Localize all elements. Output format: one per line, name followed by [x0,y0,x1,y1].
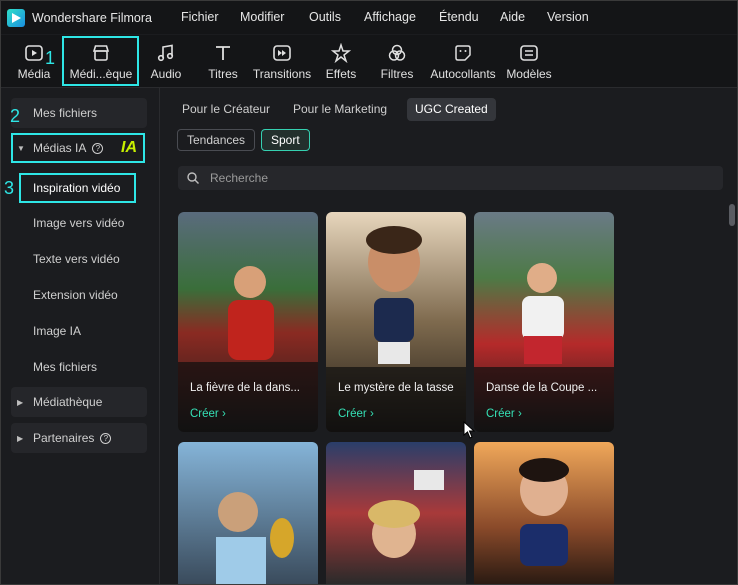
sidebar-item-label: Texte vers vidéo [33,252,120,266]
chevron-down-icon: ▼ [17,143,25,153]
sidebar-extension-video[interactable]: Extension vidéo [11,280,147,310]
toolbar-filtres[interactable]: Filtres [377,41,417,85]
sidebar-item-label: Image vers vidéo [33,216,125,230]
sidebar-item-label: Image IA [33,324,82,338]
chevron-right-icon: ▶ [17,433,24,443]
sidebar-image-vers-video[interactable]: Image vers vidéo [11,208,147,238]
sidebar: Mes fichiers 2 ▼ Médias IA ? IA 3 Inspir… [1,88,160,584]
annotation-number-2: 2 [10,106,21,126]
highlight-box-mediatheque [62,36,139,86]
effects-icon [331,43,351,63]
tab-pour-le-createur[interactable]: Pour le Créateur [174,98,278,121]
sidebar-medias-ia[interactable]: ▼ Médias IA ? IA [11,133,145,163]
thumbnail-argentina-fan-trophy [178,442,318,584]
ia-annotation-label: IA [121,139,137,156]
toolbar-audio-label: Audio [150,67,182,81]
template-card-4[interactable] [178,442,318,584]
toolbar-titres-label: Titres [208,67,238,81]
template-card-1[interactable]: La fièvre de la dans... Créer › [178,212,318,432]
thumbnail-bobblehead-player [326,212,466,432]
menu-aide[interactable]: Aide [500,10,525,24]
sidebar-mes-fichiers-top[interactable]: Mes fichiers [11,98,147,128]
sidebar-mediatheque[interactable]: ▶ Médiathèque [11,387,147,417]
search-icon [187,172,199,184]
filters-icon [388,44,406,61]
text-icon [216,46,230,60]
main-toolbar: Média Médi...èque Audio Titres Transitio… [1,35,737,88]
help-icon[interactable]: ? [92,142,104,154]
thumbnail-usa-fan-trophy [326,442,466,584]
toolbar-transitions-label: Transitions [252,67,312,81]
sidebar-item-label: Médias IA [33,141,87,155]
sidebar-item-label: Mes fichiers [33,360,98,374]
sidebar-item-label: Inspiration vidéo [33,181,121,195]
card-title: Le mystère de la tasse [338,382,454,394]
sidebar-item-label: Médiathèque [33,395,103,409]
sidebar-mes-fichiers[interactable]: Mes fichiers [11,352,147,382]
filmora-logo-icon [7,8,25,27]
sidebar-partenaires[interactable]: ▶ Partenaires ? [11,423,147,453]
toolbar-filtres-label: Filtres [380,67,414,81]
chevron-right-icon: ▶ [17,397,24,407]
toolbar-autocollants-label: Autocollants [430,67,496,81]
templates-icon [520,45,538,61]
sidebar-item-label: Mes fichiers [33,106,98,120]
menu-outils[interactable]: Outils [309,10,341,24]
sidebar-inspiration-video[interactable]: Inspiration vidéo [19,173,136,203]
tab-ugc-created[interactable]: UGC Created [407,98,496,121]
search-input[interactable] [208,170,692,186]
annotation-number-1: 1 [45,48,56,68]
toolbar-media-label: Média [17,67,51,81]
thumbnail-world-cup-dance-girl [474,212,614,432]
chip-sport[interactable]: Sport [261,129,310,151]
create-link[interactable]: Créer › [338,408,374,420]
template-card-3[interactable]: Danse de la Coupe ... Créer › [474,212,614,432]
toolbar-modeles-label: Modèles [506,67,552,81]
template-card-6[interactable] [474,442,614,584]
card-title: La fièvre de la dans... [190,382,300,394]
menu-version[interactable]: Version [547,10,589,24]
menu-modifier[interactable]: Modifier [240,10,284,24]
filmora-window: Wondershare Filmora Fichier Modifier Out… [0,0,738,585]
sidebar-item-label: Partenaires [33,431,95,445]
sidebar-texte-vers-video[interactable]: Texte vers vidéo [11,244,147,274]
toolbar-effets-label: Effets [325,67,357,81]
transitions-icon [273,45,291,61]
thumbnail-football-fan-child [178,212,318,432]
chip-tendances[interactable]: Tendances [177,129,256,151]
music-note-icon [157,44,174,62]
template-card-2[interactable]: Le mystère de la tasse Créer › [326,212,466,432]
toolbar-modeles[interactable]: Modèles [506,41,552,85]
sidebar-item-label: Extension vidéo [33,288,118,302]
sidebar-image-ia[interactable]: Image IA [11,316,147,346]
content-scrollbar[interactable] [729,204,735,226]
mouse-cursor-icon [463,421,476,439]
content-panel: Pour le Créateur Pour le Marketing UGC C… [160,88,737,584]
create-link[interactable]: Créer › [190,408,226,420]
sticker-icon [455,45,471,61]
search-bar[interactable] [178,166,723,190]
toolbar-titres[interactable]: Titres [201,41,245,85]
menu-etendu[interactable]: Étendu [439,10,479,24]
toolbar-transitions[interactable]: Transitions [252,41,312,85]
menu-fichier[interactable]: Fichier [181,10,219,24]
annotation-number-3: 3 [4,178,15,198]
toolbar-audio[interactable]: Audio [144,41,188,85]
help-icon[interactable]: ? [100,432,112,444]
toolbar-autocollants[interactable]: Autocollants [429,41,497,85]
thumbnail-japan-bobblehead-player [474,442,614,584]
media-icon [25,45,43,61]
template-card-5[interactable] [326,442,466,584]
app-title: Wondershare Filmora [32,10,152,25]
toolbar-effets[interactable]: Effets [321,41,361,85]
menu-bar: Wondershare Filmora Fichier Modifier Out… [1,1,737,34]
card-title: Danse de la Coupe ... [486,382,598,394]
create-link[interactable]: Créer › [486,408,522,420]
tab-pour-le-marketing[interactable]: Pour le Marketing [285,98,395,121]
menu-affichage[interactable]: Affichage [364,10,416,24]
